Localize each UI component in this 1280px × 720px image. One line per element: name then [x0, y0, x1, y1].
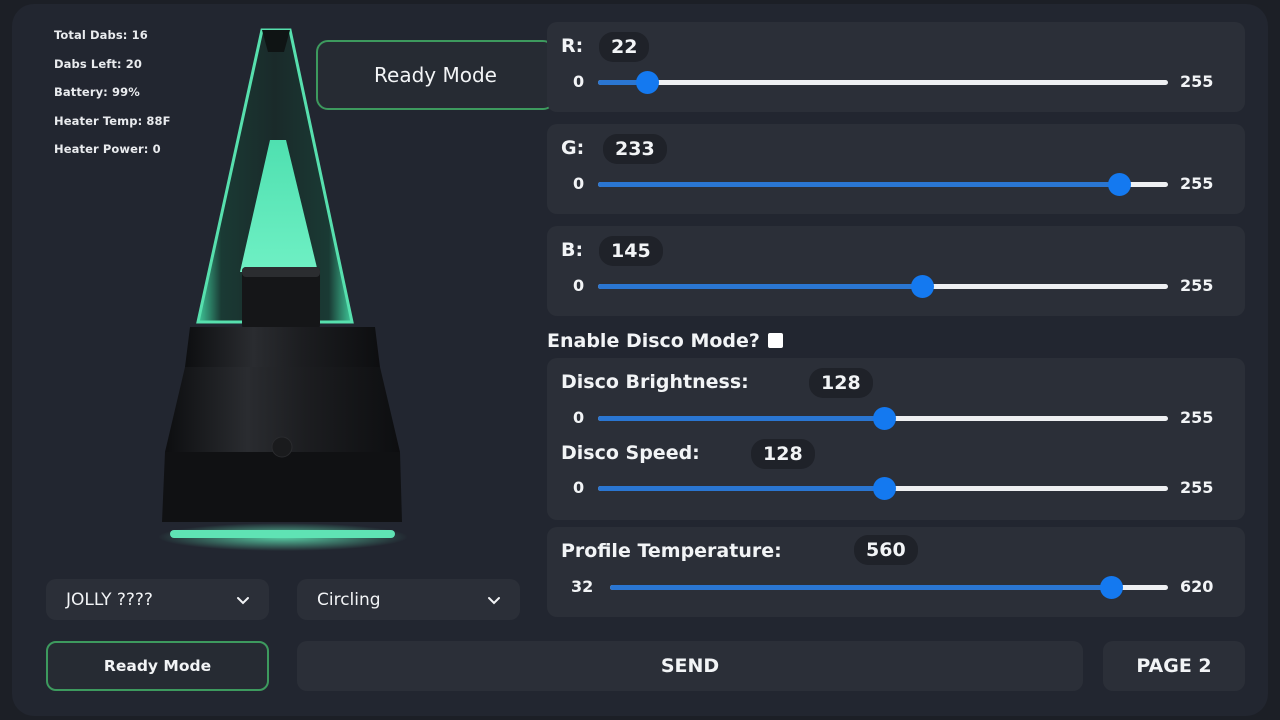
disco-speed-label: Disco Speed: — [561, 442, 700, 464]
slider-value-r: 22 — [599, 32, 650, 62]
slider-thumb[interactable] — [1107, 173, 1131, 196]
slider-thumb[interactable] — [636, 71, 660, 94]
disco-speed-slider[interactable] — [598, 477, 1168, 500]
profile-temp-max: 620 — [1180, 577, 1214, 596]
animation-select[interactable]: Circling — [297, 579, 520, 620]
chevron-down-icon — [488, 596, 500, 604]
slider-max-r: 255 — [1180, 72, 1214, 91]
slider-fill — [598, 284, 923, 289]
ready-mode-button[interactable]: Ready Mode — [46, 641, 269, 691]
slider-thumb[interactable] — [1100, 576, 1124, 599]
disco-mode-toggle[interactable]: Enable Disco Mode? — [547, 330, 783, 352]
slider-fill — [598, 416, 885, 421]
slider-min-b: 0 — [573, 276, 585, 295]
slider-max-g: 255 — [1180, 174, 1214, 193]
animation-select-value: Circling — [317, 589, 381, 610]
slider-label-g: G: — [561, 137, 585, 159]
profile-temp-label: Profile Temperature: — [561, 540, 782, 562]
slider-panel-g: G: 233 0 255 — [547, 124, 1245, 214]
slider-g[interactable] — [598, 173, 1168, 196]
slider-thumb[interactable] — [873, 477, 897, 500]
slider-value-b: 145 — [599, 236, 663, 266]
slider-fill — [598, 486, 885, 491]
slider-thumb[interactable] — [911, 275, 935, 298]
disco-mode-label: Enable Disco Mode? — [547, 330, 760, 352]
profile-temp-value: 560 — [854, 535, 918, 565]
profile-temp-panel: Profile Temperature: 560 32 620 — [547, 527, 1245, 617]
disco-brightness-max: 255 — [1180, 408, 1214, 427]
slider-thumb[interactable] — [873, 407, 897, 430]
preset-select-value: JOLLY ???? — [66, 589, 153, 610]
slider-label-b: B: — [561, 239, 584, 261]
slider-r[interactable] — [598, 71, 1168, 94]
slider-min-r: 0 — [573, 72, 585, 91]
disco-speed-max: 255 — [1180, 478, 1214, 497]
chevron-down-icon — [237, 596, 249, 604]
disco-brightness-slider[interactable] — [598, 407, 1168, 430]
preset-select[interactable]: JOLLY ???? — [46, 579, 269, 620]
profile-temp-min: 32 — [571, 577, 594, 596]
page-2-button[interactable]: PAGE 2 — [1103, 641, 1245, 691]
slider-panel-r: R: 22 0 255 — [547, 22, 1245, 112]
status-badge: Ready Mode — [316, 40, 555, 110]
disco-speed-min: 0 — [573, 478, 585, 497]
slider-fill — [610, 585, 1112, 590]
disco-brightness-value: 128 — [809, 368, 873, 398]
send-button[interactable]: SEND — [297, 641, 1083, 691]
disco-mode-checkbox[interactable] — [767, 332, 783, 348]
slider-fill — [598, 182, 1119, 187]
slider-value-g: 233 — [603, 134, 667, 164]
slider-panel-b: B: 145 0 255 — [547, 226, 1245, 316]
profile-temp-slider[interactable] — [610, 576, 1168, 599]
slider-max-b: 255 — [1180, 276, 1214, 295]
disco-brightness-label: Disco Brightness: — [561, 371, 749, 393]
slider-b[interactable] — [598, 275, 1168, 298]
slider-min-g: 0 — [573, 174, 585, 193]
disco-panel: Disco Brightness: 128 0 255 Disco Speed:… — [547, 358, 1245, 520]
disco-brightness-min: 0 — [573, 408, 585, 427]
disco-speed-value: 128 — [751, 439, 815, 469]
slider-label-r: R: — [561, 35, 584, 57]
